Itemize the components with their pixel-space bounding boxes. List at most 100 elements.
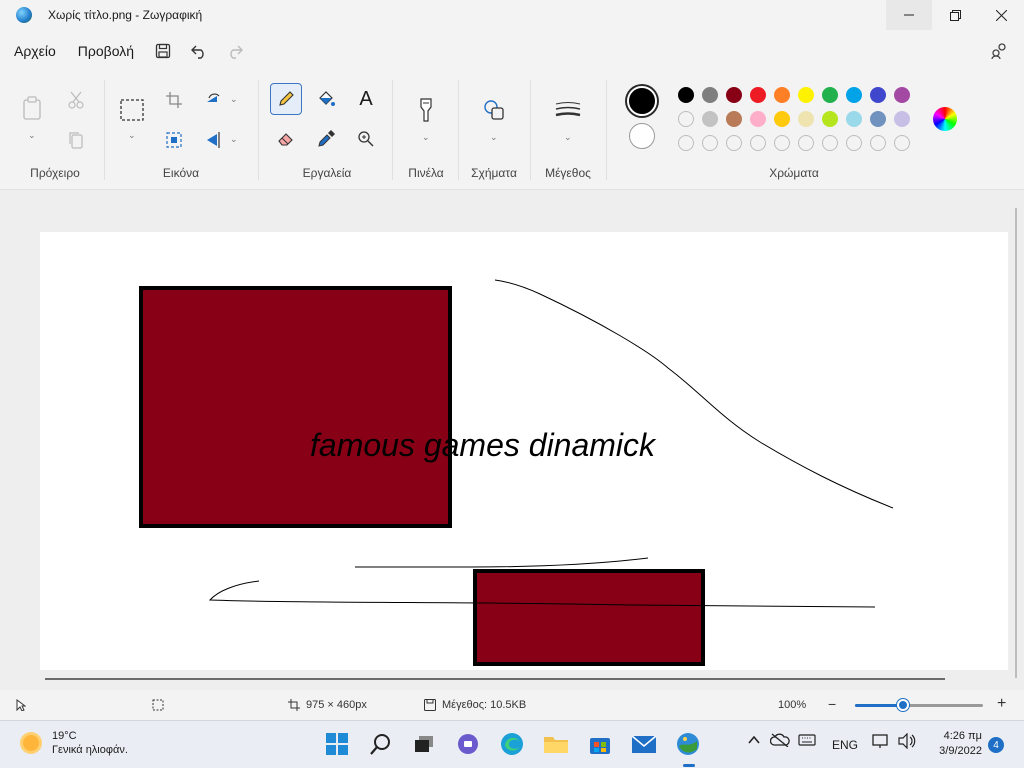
color-swatch[interactable] [798,87,814,103]
tray-overflow-button[interactable] [747,733,761,750]
horizontal-scrollbar[interactable] [45,678,945,680]
search-button[interactable] [368,731,394,757]
flip-button[interactable] [198,124,230,156]
color-swatch[interactable] [774,111,790,127]
color-swatch[interactable] [870,87,886,103]
paste-chevron-down-icon[interactable]: ⌄ [28,130,36,141]
vertical-scrollbar[interactable] [1015,208,1017,678]
select-chevron-down-icon[interactable]: ⌄ [128,130,136,141]
select-button[interactable] [116,94,148,126]
color-swatch[interactable] [846,87,862,103]
redo-button[interactable] [220,36,250,66]
copy-button[interactable] [60,124,92,156]
color-swatch[interactable] [750,87,766,103]
pencil-tool-button[interactable] [270,83,302,115]
onedrive-button[interactable] [769,733,790,750]
undo-button[interactable] [184,36,214,66]
weather-widget[interactable]: 19°C Γενικά ηλιοφάν. [20,729,128,757]
custom-color-slot[interactable] [822,135,838,151]
shapes-chevron-down-icon[interactable]: ⌄ [490,132,498,143]
magnifier-tool-button[interactable] [350,123,382,155]
store-button[interactable] [587,731,613,757]
size-button[interactable] [552,94,584,126]
save-button[interactable] [148,36,178,66]
custom-color-slot[interactable] [846,135,862,151]
edit-colors-button[interactable] [933,107,957,131]
color-swatch[interactable] [894,111,910,127]
menu-view[interactable]: Προβολή [70,43,142,59]
small-red-rectangle [473,569,705,666]
mail-button[interactable] [631,731,657,757]
rotate-button[interactable] [198,84,230,116]
paint-taskbar-button[interactable] [675,731,701,757]
horizontal-line-upper [355,557,649,568]
size-chevron-down-icon[interactable]: ⌄ [564,132,572,143]
close-icon [995,9,1007,21]
color-swatch[interactable] [678,87,694,103]
notification-badge[interactable]: 4 [988,737,1004,753]
language-indicator[interactable]: ENG [832,738,858,752]
custom-color-slot[interactable] [798,135,814,151]
clipboard-label: Πρόχειρο [30,166,80,180]
zoom-out-button[interactable]: − [828,696,836,712]
drawing-canvas[interactable]: famous games dinamick [40,232,1008,670]
volume-button[interactable] [898,732,916,752]
paste-button[interactable] [16,92,48,124]
color-swatch[interactable] [726,87,742,103]
color-swatch[interactable] [750,111,766,127]
shapes-button[interactable] [478,94,510,126]
file-explorer-button[interactable] [543,731,569,757]
color-swatch[interactable] [702,87,718,103]
primary-color-swatch[interactable] [627,86,657,116]
text-tool-button[interactable]: A [350,83,382,115]
custom-color-slot[interactable] [678,135,694,151]
network-button[interactable] [872,733,890,752]
fill-tool-button[interactable] [310,83,342,115]
edge-button[interactable] [499,731,525,757]
brushes-button[interactable] [410,94,442,126]
task-view-button[interactable] [411,731,437,757]
color-swatch[interactable] [846,111,862,127]
keyboard-button[interactable] [798,733,816,750]
share-icon [991,43,1006,60]
color-swatch[interactable] [726,111,742,127]
share-button[interactable] [984,36,1014,66]
color-swatch[interactable] [870,111,886,127]
flip-chevron-down-icon[interactable]: ⌄ [230,134,238,145]
custom-color-slot[interactable] [870,135,886,151]
zoom-slider[interactable] [855,699,983,711]
brushes-chevron-down-icon[interactable]: ⌄ [422,132,430,143]
color-swatch[interactable] [774,87,790,103]
zoom-slider-thumb[interactable] [897,699,909,711]
color-picker-tool-button[interactable] [310,123,342,155]
close-button[interactable] [978,0,1024,30]
crop-button[interactable] [158,84,190,116]
color-swatch[interactable] [678,111,694,127]
separator [530,80,531,180]
curved-line [494,279,894,509]
minimize-button[interactable] [886,0,932,30]
drawing-surface[interactable]: famous games dinamick [40,232,1008,670]
secondary-color-swatch[interactable] [629,123,655,149]
zoom-in-button[interactable]: + [997,695,1006,713]
cut-button[interactable] [60,84,92,116]
eraser-tool-button[interactable] [270,123,302,155]
teams-chat-button[interactable] [455,731,481,757]
custom-color-slot[interactable] [774,135,790,151]
clock[interactable]: 4:26 πμ 3/9/2022 [928,729,982,759]
custom-color-slot[interactable] [726,135,742,151]
custom-color-slot[interactable] [894,135,910,151]
menu-file[interactable]: Αρχείο [6,43,64,59]
custom-color-slot[interactable] [750,135,766,151]
color-swatch[interactable] [822,87,838,103]
color-swatch[interactable] [822,111,838,127]
color-swatch[interactable] [702,111,718,127]
maximize-button[interactable] [932,0,978,30]
resize-button[interactable] [158,124,190,156]
custom-color-slot[interactable] [702,135,718,151]
rotate-chevron-down-icon[interactable]: ⌄ [230,94,238,105]
color-swatch[interactable] [798,111,814,127]
paint-icon [677,733,699,755]
start-button[interactable] [324,731,350,757]
color-swatch[interactable] [894,87,910,103]
